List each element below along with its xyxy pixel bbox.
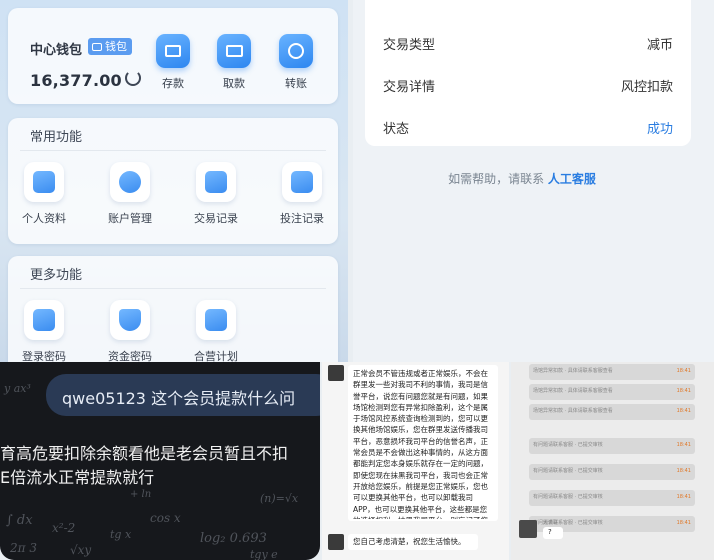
- help-prefix: 如需帮助，请联系: [448, 172, 545, 186]
- detail-row-status: 状态 成功: [383, 118, 673, 138]
- partnership-button[interactable]: 合营计划: [181, 300, 251, 362]
- svg-text:x²-2: x²-2: [52, 521, 75, 535]
- svg-text:y ax³: y ax³: [3, 382, 31, 395]
- dark-chat-panel: ∫ dx x²-2 tg x cos x log₂ 0.693 2π 3 √xy…: [0, 362, 320, 560]
- fund-password-button[interactable]: 资金密码: [95, 300, 165, 362]
- common-functions-title: 常用功能: [30, 130, 83, 145]
- svg-text:√xy: √xy: [70, 543, 91, 557]
- partnership-label: 合营计划: [194, 350, 238, 362]
- detail-key: 交易详情: [383, 80, 436, 95]
- list-item: 场馆异常扣款 · 具体请联系客服查看 18:41: [529, 364, 695, 380]
- login-password-button[interactable]: 登录密码: [9, 300, 79, 362]
- wallet-app-panel: 中心钱包 钱包 16,377.00 存款 取款 转账 常用功能 个人资料 账户管…: [0, 0, 348, 362]
- list-item: 有问题请联系客服 · 已提交审核 18:41: [529, 490, 695, 506]
- fund-password-label: 资金密码: [108, 350, 152, 362]
- more-functions-card: 更多功能 登录密码 资金密码 合营计划: [8, 256, 338, 362]
- svg-text:tg x: tg x: [110, 528, 132, 541]
- profile-icon: [33, 171, 55, 193]
- detail-value: 风控扣款: [620, 80, 673, 95]
- detail-row-type: 交易类型 减币: [383, 34, 673, 54]
- status-value: 成功: [646, 122, 673, 137]
- bubble-text: qwe05123 这个会员提款什么问: [62, 389, 296, 408]
- record-icon: [205, 171, 227, 193]
- wallet-balance: 16,377.00: [30, 71, 122, 90]
- common-functions-card: 常用功能 个人资料 账户管理 交易记录 投注记录: [8, 118, 338, 244]
- wallet-badge[interactable]: 钱包: [88, 38, 132, 55]
- account-management-label: 账户管理: [108, 212, 152, 225]
- list-item: 场馆异常扣款 · 具体请联系客服查看 18:41: [529, 404, 695, 420]
- wallet-icon: [165, 45, 181, 57]
- card-icon: [225, 45, 243, 57]
- handshake-icon: [205, 309, 227, 331]
- svg-text:log₂ 0.693: log₂ 0.693: [200, 531, 267, 546]
- svg-text:cos x: cos x: [150, 511, 181, 525]
- message-line-1: 育高危要扣除余额看他是老会员暂且不扣: [0, 444, 289, 463]
- chat-message-text: 正常会员不管违规或者正常娱乐，不会在群里发一些对我司不利的事情，我司是信誉平台，…: [353, 369, 488, 519]
- login-password-label: 登录密码: [22, 350, 66, 362]
- chat-bubble: qwe05123 这个会员提款什么问: [46, 374, 320, 416]
- chat-message-bubble: 正常会员不管违规或者正常娱乐，不会在群里发一些对我司不利的事情，我司是信誉平台，…: [348, 365, 498, 521]
- list-item: 场馆异常扣款 · 具体请联系客服查看 18:41: [529, 384, 695, 400]
- user-message-bubble: ?: [543, 527, 563, 539]
- chat-reply-bubble: 您自己考虑清楚，祝您生活愉快。: [348, 534, 478, 550]
- avatar: [328, 534, 344, 550]
- profile-label: 个人资料: [22, 212, 66, 225]
- bet-record-icon: [291, 171, 313, 193]
- withdraw-button[interactable]: 取款: [215, 34, 253, 91]
- customer-service-link[interactable]: 人工客服: [548, 172, 596, 186]
- divider: [20, 288, 326, 289]
- deposit-button[interactable]: 存款: [154, 34, 192, 91]
- detail-key: 状态: [383, 122, 410, 137]
- more-functions-title: 更多功能: [30, 268, 83, 283]
- help-text: 如需帮助，请联系 人工客服: [353, 170, 691, 187]
- list-item: 有问题请联系客服 · 已提交审核 18:41: [529, 464, 695, 480]
- transfer-label: 转账: [285, 77, 307, 90]
- svg-text:2π 3: 2π 3: [9, 541, 37, 555]
- chat-screenshot-2: 场馆异常扣款 · 具体请联系客服查看 18:41 场馆异常扣款 · 具体请联系客服…: [511, 362, 714, 560]
- profile-button[interactable]: 个人资料: [9, 162, 79, 226]
- transaction-record-label: 交易记录: [194, 212, 238, 225]
- withdraw-label: 取款: [223, 77, 245, 90]
- detail-row-detail: 交易详情 风控扣款: [383, 76, 673, 96]
- divider: [20, 150, 326, 151]
- wallet-badge-icon: [92, 42, 102, 51]
- bet-record-button[interactable]: 投注记录: [267, 162, 337, 226]
- user-name: 大表哥: [543, 520, 559, 526]
- money-bag-icon: [119, 171, 141, 193]
- transaction-detail-panel: 交易类型 减币 交易详情 风控扣款 状态 成功 如需帮助，请联系 人工客服: [353, 0, 714, 362]
- wallet-label: 中心钱包: [30, 43, 83, 58]
- lock-icon: [33, 309, 55, 331]
- message-line-2: E倍流水正常提款就行: [0, 468, 155, 487]
- shield-icon: [119, 309, 141, 331]
- list-item: 有问题请联系客服 · 已提交审核 18:41: [529, 438, 695, 454]
- svg-text:tgy e: tgy e: [250, 548, 278, 560]
- deposit-label: 存款: [162, 77, 184, 90]
- transfer-button[interactable]: 转账: [277, 34, 315, 91]
- detail-value: 减币: [646, 38, 673, 53]
- wallet-badge-label: 钱包: [105, 40, 127, 53]
- account-management-button[interactable]: 账户管理: [95, 162, 165, 226]
- svg-text:∫ dx: ∫ dx: [6, 513, 33, 528]
- bet-record-label: 投注记录: [280, 212, 324, 225]
- transfer-icon: [288, 43, 304, 59]
- chat-reply-text: 您自己考虑清楚，祝您生活愉快。: [353, 537, 466, 546]
- wallet-card: 中心钱包 钱包 16,377.00 存款 取款 转账: [8, 8, 338, 104]
- transaction-record-button[interactable]: 交易记录: [181, 162, 251, 226]
- avatar: [519, 520, 537, 538]
- refresh-icon[interactable]: [125, 70, 141, 86]
- svg-text:+ ln: + ln: [130, 489, 151, 500]
- detail-key: 交易类型: [383, 38, 436, 53]
- avatar: [328, 365, 344, 381]
- chat-screenshot-1: 正常会员不管违规或者正常娱乐，不会在群里发一些对我司不利的事情，我司是信誉平台，…: [322, 362, 509, 560]
- detail-card: 交易类型 减币 交易详情 风控扣款 状态 成功: [365, 0, 691, 146]
- user-message-text: ?: [548, 528, 552, 536]
- svg-text:(n)=√x: (n)=√x: [260, 492, 299, 505]
